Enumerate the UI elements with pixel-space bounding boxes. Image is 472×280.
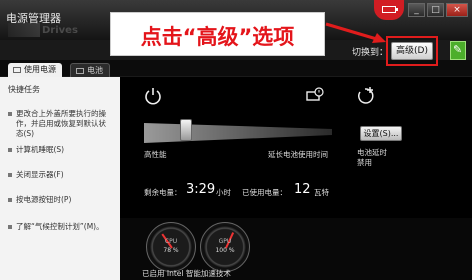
quick-task-label: 计算机睡眠(S) [16, 145, 65, 154]
bullet-icon [8, 225, 12, 229]
battery-icon [76, 68, 84, 74]
quick-task-lid-action[interactable]: 更改合上外盖所要执行的操作，并启用或恢复到默认状态(S) [8, 109, 112, 139]
tab-battery[interactable]: 电池 [70, 63, 110, 77]
brand-logo-text: Drives [42, 25, 78, 36]
used-unit: 瓦特 [314, 188, 329, 197]
gpu-gauge-value: 100 % [215, 247, 235, 254]
settings-button[interactable]: 设置(S)... [360, 126, 402, 141]
gpu-gauge: GPU 100 % [200, 222, 250, 272]
quick-task-label: 按电源按钮时(P) [16, 195, 72, 204]
tab-battery-label: 电池 [87, 66, 103, 75]
gpu-gauge-label: GPU [218, 238, 232, 245]
quick-task-display-off[interactable]: 关闭显示器(F) [8, 170, 112, 180]
remaining-value: 3:29 [186, 182, 216, 197]
quick-task-label: 了解“气候控制计划”(M)。 [16, 222, 104, 231]
slider-right-label: 延长电池使用时间 [268, 150, 328, 159]
annotation-callout: 点击“高级”选项 [110, 12, 325, 56]
performance-slider-thumb[interactable] [180, 119, 192, 141]
close-button[interactable]: × [446, 3, 468, 17]
power-panel: 高性能 延长电池使用时间 设置(S)... 电池延时 禁用 剩余电量： 3:29… [120, 77, 472, 218]
remaining-unit: 小时 [216, 188, 231, 197]
quick-task-climate-plan[interactable]: 了解“气候控制计划”(M)。 [8, 222, 112, 232]
cpu-gauge: CPU 78 % [146, 222, 196, 272]
mode-switch-label: 切换到： [352, 48, 389, 58]
edit-icon[interactable] [450, 41, 466, 60]
remaining-label: 剩余电量： [144, 188, 182, 197]
advanced-button-highlight [386, 36, 438, 66]
quick-tasks-panel: 快捷任务 更改合上外盖所要执行的操作，并启用或恢复到默认状态(S) 计算机睡眠(… [0, 77, 120, 280]
cpu-gauge-value: 78 % [163, 247, 179, 254]
maximize-button[interactable]: □ [427, 3, 444, 17]
quick-task-sleep[interactable]: 计算机睡眠(S) [8, 145, 112, 155]
tab-power-usage-label: 使用电源 [24, 65, 56, 74]
plug-icon [13, 67, 21, 73]
tab-power-usage[interactable]: 使用电源 [8, 63, 62, 77]
quick-tasks-heading: 快捷任务 [8, 85, 40, 94]
brand-logo [8, 23, 40, 37]
battery-extend-status: 禁用 [357, 158, 372, 167]
quick-task-label: 关闭显示器(F) [16, 170, 64, 179]
turbo-boost-status: 已启用 Intel 智能加速技术 [142, 269, 231, 278]
bullet-icon [8, 198, 12, 202]
gauge-panel: CPU 78 % GPU 100 % 已启用 Intel 智能加速技术 [120, 218, 472, 280]
used-value: 12 [294, 182, 311, 197]
minimize-button[interactable]: _ [408, 3, 425, 17]
quick-task-power-button[interactable]: 按电源按钮时(P) [8, 195, 112, 205]
battery-tray-icon[interactable] [374, 0, 404, 20]
slider-left-label: 高性能 [144, 150, 167, 159]
annotation-text: 点击“高级”选项 [140, 25, 295, 49]
bullet-icon [8, 112, 12, 116]
cpu-gauge-label: CPU [164, 238, 178, 245]
bullet-icon [8, 173, 12, 177]
bullet-icon [8, 148, 12, 152]
quick-task-label: 更改合上外盖所要执行的操作，并启用或恢复到默认状态(S) [16, 109, 106, 138]
used-label: 已使用电量： [242, 188, 287, 197]
